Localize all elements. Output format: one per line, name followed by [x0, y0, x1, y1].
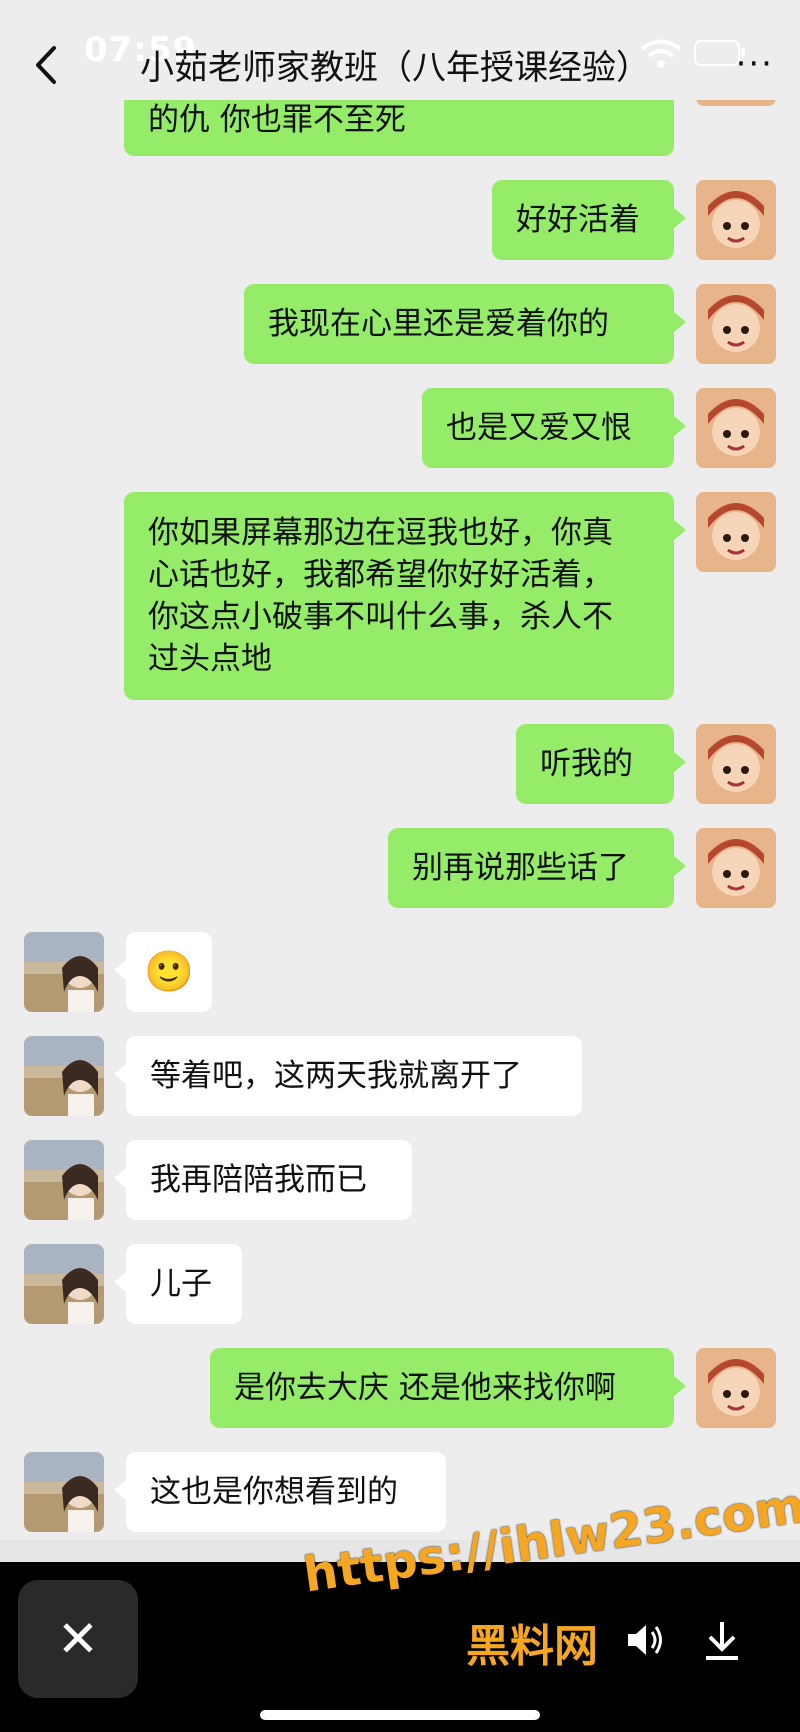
bubble-tail: [674, 208, 686, 228]
more-icon[interactable]: ···: [736, 44, 774, 84]
contact-avatar[interactable]: [24, 932, 104, 1012]
message-bubble[interactable]: 这也是你想看到的: [126, 1452, 446, 1532]
message-bubble[interactable]: 等着吧，这两天我就离开了: [126, 1036, 582, 1116]
message-text: 我现在心里还是爱着你的: [268, 306, 609, 342]
message-text-line: 你如果屏幕那边在逗我也好，你真: [148, 515, 613, 551]
wifi-icon: [640, 39, 682, 68]
message-text: 别再说那些话了: [412, 850, 629, 886]
bubble-tail: [674, 752, 686, 772]
message-bubble[interactable]: 🙂: [126, 932, 212, 1012]
message-bubble[interactable]: 我再陪陪我而已: [126, 1140, 412, 1220]
my-avatar[interactable]: [696, 284, 776, 364]
contact-avatar[interactable]: [24, 1452, 104, 1532]
back-icon[interactable]: [28, 40, 62, 90]
message-list[interactable]: 的仇 你也罪不至死 好好活着 我现在心里还是爱着你的 也是又爱又恨 你如果屏幕那…: [0, 100, 800, 1540]
message-bubble[interactable]: 是你去大庆 还是他来找你啊: [210, 1348, 674, 1428]
message-text: 好好活着: [516, 202, 640, 238]
watermark-site: 黑料网: [466, 1621, 598, 1672]
message-bubble[interactable]: 的仇 你也罪不至死: [124, 100, 674, 156]
message-text: 儿子: [150, 1266, 212, 1302]
my-avatar[interactable]: [696, 724, 776, 804]
message-text: 的仇 你也罪不至死: [148, 102, 406, 138]
bubble-tail: [674, 1376, 686, 1396]
message-bubble[interactable]: 听我的: [516, 724, 674, 804]
contact-avatar[interactable]: [24, 1140, 104, 1220]
message-bubble[interactable]: 我现在心里还是爱着你的: [244, 284, 674, 364]
message-text-line: 你这点小破事不叫什么事，杀人不: [148, 599, 613, 635]
bubble-tail: [674, 416, 686, 436]
my-avatar[interactable]: [696, 100, 776, 106]
bubble-tail: [674, 312, 686, 332]
message-text: 我再陪陪我而已: [150, 1162, 367, 1198]
message-bubble[interactable]: 儿子: [126, 1244, 242, 1324]
message-bubble[interactable]: 也是又爱又恨: [422, 388, 674, 468]
message-text-line: 心话也好，我都希望你好好活着，: [148, 557, 613, 593]
bubble-tail: [674, 856, 686, 876]
my-avatar[interactable]: [696, 1348, 776, 1428]
smile-emoji: 🙂: [144, 949, 194, 995]
download-icon[interactable]: [700, 1618, 744, 1662]
bubble-tail: [114, 1480, 126, 1500]
message-text: 听我的: [540, 746, 633, 782]
bubble-tail: [114, 1168, 126, 1188]
contact-avatar[interactable]: [24, 1244, 104, 1324]
message-text: 也是又爱又恨: [446, 410, 632, 446]
message-text: 等着吧，这两天我就离开了: [150, 1058, 522, 1094]
my-avatar[interactable]: [696, 180, 776, 260]
my-avatar[interactable]: [696, 388, 776, 468]
my-avatar[interactable]: [696, 492, 776, 572]
close-button[interactable]: ✕: [18, 1580, 138, 1698]
message-text: 是你去大庆 还是他来找你啊: [234, 1370, 616, 1406]
chat-title: 小茹老师家教班（八年授课经验）: [140, 48, 650, 88]
contact-avatar[interactable]: [24, 1036, 104, 1116]
speaker-icon[interactable]: [622, 1618, 666, 1662]
message-bubble[interactable]: 你如果屏幕那边在逗我也好，你真 心话也好，我都希望你好好活着， 你这点小破事不叫…: [124, 492, 674, 700]
bubble-tail: [114, 960, 126, 980]
message-text-line: 过头点地: [148, 641, 272, 677]
bubble-tail: [114, 1064, 126, 1084]
home-indicator[interactable]: [260, 1710, 540, 1720]
message-text: 这也是你想看到的: [150, 1474, 398, 1510]
message-bubble[interactable]: 好好活着: [492, 180, 674, 260]
message-bubble[interactable]: 别再说那些话了: [388, 828, 674, 908]
bubble-tail: [674, 520, 686, 540]
my-avatar[interactable]: [696, 828, 776, 908]
bubble-tail: [114, 1272, 126, 1292]
